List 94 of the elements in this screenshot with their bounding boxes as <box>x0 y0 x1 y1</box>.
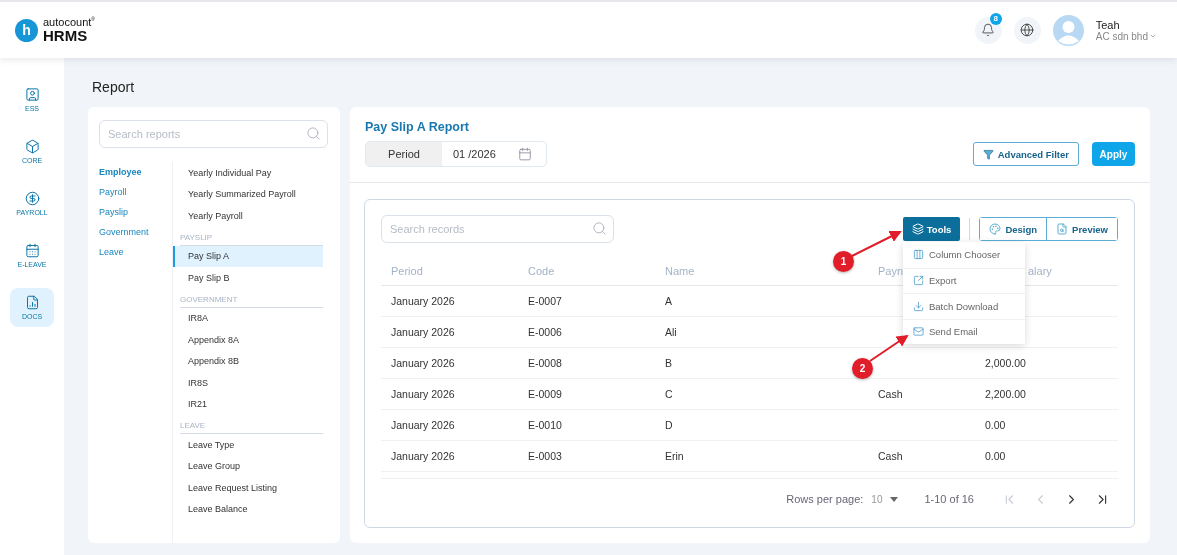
column-header: Period <box>391 265 423 277</box>
cube-icon <box>24 139 40 154</box>
table-cell: January 2026 <box>391 419 455 431</box>
table-cell: January 2026 <box>391 326 455 338</box>
chart-document-icon <box>24 295 40 310</box>
column-header: Name <box>665 265 695 277</box>
logo-mark: h <box>15 18 38 42</box>
report-item[interactable]: Yearly Payroll <box>173 205 323 227</box>
table-cell: E-0010 <box>528 419 562 431</box>
logo-product: HRMS <box>43 28 89 43</box>
report-item[interactable]: Pay Slip A <box>173 245 323 267</box>
search-icon <box>306 126 321 141</box>
table-cell: 0.00 <box>985 419 1006 431</box>
column-header: alary <box>1028 265 1052 277</box>
table-cell: 0.00 <box>985 450 1006 462</box>
page-title: Report <box>91 78 136 96</box>
advanced-filter-button[interactable]: Advanced Filter <box>972 142 1079 166</box>
period-field[interactable]: Period 01 /2026 <box>365 141 547 167</box>
file-search-icon <box>1056 223 1069 235</box>
table-cell: January 2026 <box>391 357 455 369</box>
logo-name: autocount$^{®}$ <box>43 17 95 28</box>
bell-icon <box>981 23 996 37</box>
report-item[interactable]: Appendix 8A <box>173 329 323 351</box>
table-cell: E-0006 <box>528 326 562 338</box>
report-item[interactable]: Leave Balance <box>173 498 323 520</box>
report-item[interactable]: Yearly Summarized Payroll <box>173 183 323 205</box>
group-heading: PAYSLIP <box>180 228 323 246</box>
dollar-icon <box>24 191 40 206</box>
report-item[interactable]: IR8S <box>173 372 323 394</box>
table-cell: 2,200.00 <box>985 388 1026 400</box>
annotation-arrow <box>869 334 909 362</box>
rows-per-page-label: Rows per page: <box>786 493 864 505</box>
report-item[interactable]: Leave Type <box>173 434 323 456</box>
report-item[interactable]: Appendix 8B <box>173 350 323 372</box>
table-cell: Ali <box>665 326 677 338</box>
column-header: Payn <box>878 265 904 277</box>
table-cell: E-0007 <box>528 295 562 307</box>
search-icon <box>592 221 607 236</box>
table-cell: Cash <box>878 388 903 400</box>
mail-icon <box>913 326 924 338</box>
table-cell: E-0008 <box>528 357 562 369</box>
table-cell: D <box>665 419 673 431</box>
globe-icon <box>1020 23 1035 37</box>
report-item[interactable]: IR8A <box>173 307 323 329</box>
menu-item[interactable]: Send Email <box>903 318 1025 344</box>
category-link[interactable]: Government <box>99 225 172 239</box>
column-header: Code <box>528 265 555 277</box>
category-link[interactable]: Employee <box>99 165 172 179</box>
company-selector[interactable]: AC sdn bhd <box>1095 30 1157 42</box>
table-cell: January 2026 <box>391 450 455 462</box>
caret-icon <box>890 496 899 502</box>
menu-item[interactable]: Export <box>903 267 1025 293</box>
table-cell: A <box>665 295 672 307</box>
page-range: 1-10 of 16 <box>924 493 974 505</box>
report-item[interactable]: Leave Request Listing <box>173 477 323 499</box>
table-cell: 2,000.00 <box>985 357 1026 369</box>
columns-icon <box>913 249 924 261</box>
report-item[interactable]: Pay Slip B <box>173 267 323 289</box>
report-title: Pay Slip A Report <box>365 120 470 134</box>
table-cell: January 2026 <box>391 295 455 307</box>
calendar-icon <box>518 147 532 161</box>
table-cell: C <box>665 388 673 400</box>
report-item[interactable]: IR21 <box>173 393 323 415</box>
filter-icon <box>982 148 994 160</box>
tools-button[interactable]: Tools <box>902 217 961 241</box>
user-card-icon <box>24 87 40 102</box>
notification-count: 8 <box>989 12 1002 25</box>
table-cell: January 2026 <box>391 388 455 400</box>
annotation-arrow <box>851 231 902 257</box>
report-item[interactable]: Leave Group <box>173 455 323 477</box>
search-field[interactable]: Search reports <box>99 120 328 148</box>
category-link[interactable]: Leave <box>99 245 172 259</box>
language-button[interactable] <box>1013 16 1041 44</box>
table-cell: B <box>665 357 672 369</box>
menu-item[interactable]: Batch Download <box>903 293 1025 319</box>
report-item[interactable]: Yearly Individual Pay <box>173 162 323 184</box>
group-heading: LEAVE <box>180 417 323 434</box>
user-name: Teah <box>1095 18 1121 31</box>
table-cell: Cash <box>878 450 903 462</box>
group-heading: GOVERNMENT <box>180 290 323 308</box>
palette-icon <box>989 223 1002 235</box>
export-icon <box>913 275 924 287</box>
chevron-down-icon <box>1149 32 1157 40</box>
table-cell: E-0003 <box>528 450 562 462</box>
table-cell: E-0009 <box>528 388 562 400</box>
category-link[interactable]: Payroll <box>99 185 172 199</box>
search-field[interactable]: Search records <box>381 215 614 243</box>
category-link[interactable]: Payslip <box>99 205 172 219</box>
download-icon <box>913 300 924 312</box>
table-cell: Erin <box>665 450 684 462</box>
layers-icon <box>911 223 924 235</box>
calendar-icon <box>24 243 40 258</box>
menu-item[interactable]: Column Chooser <box>903 242 1025 268</box>
preview-button[interactable]: Preview <box>1046 218 1117 240</box>
